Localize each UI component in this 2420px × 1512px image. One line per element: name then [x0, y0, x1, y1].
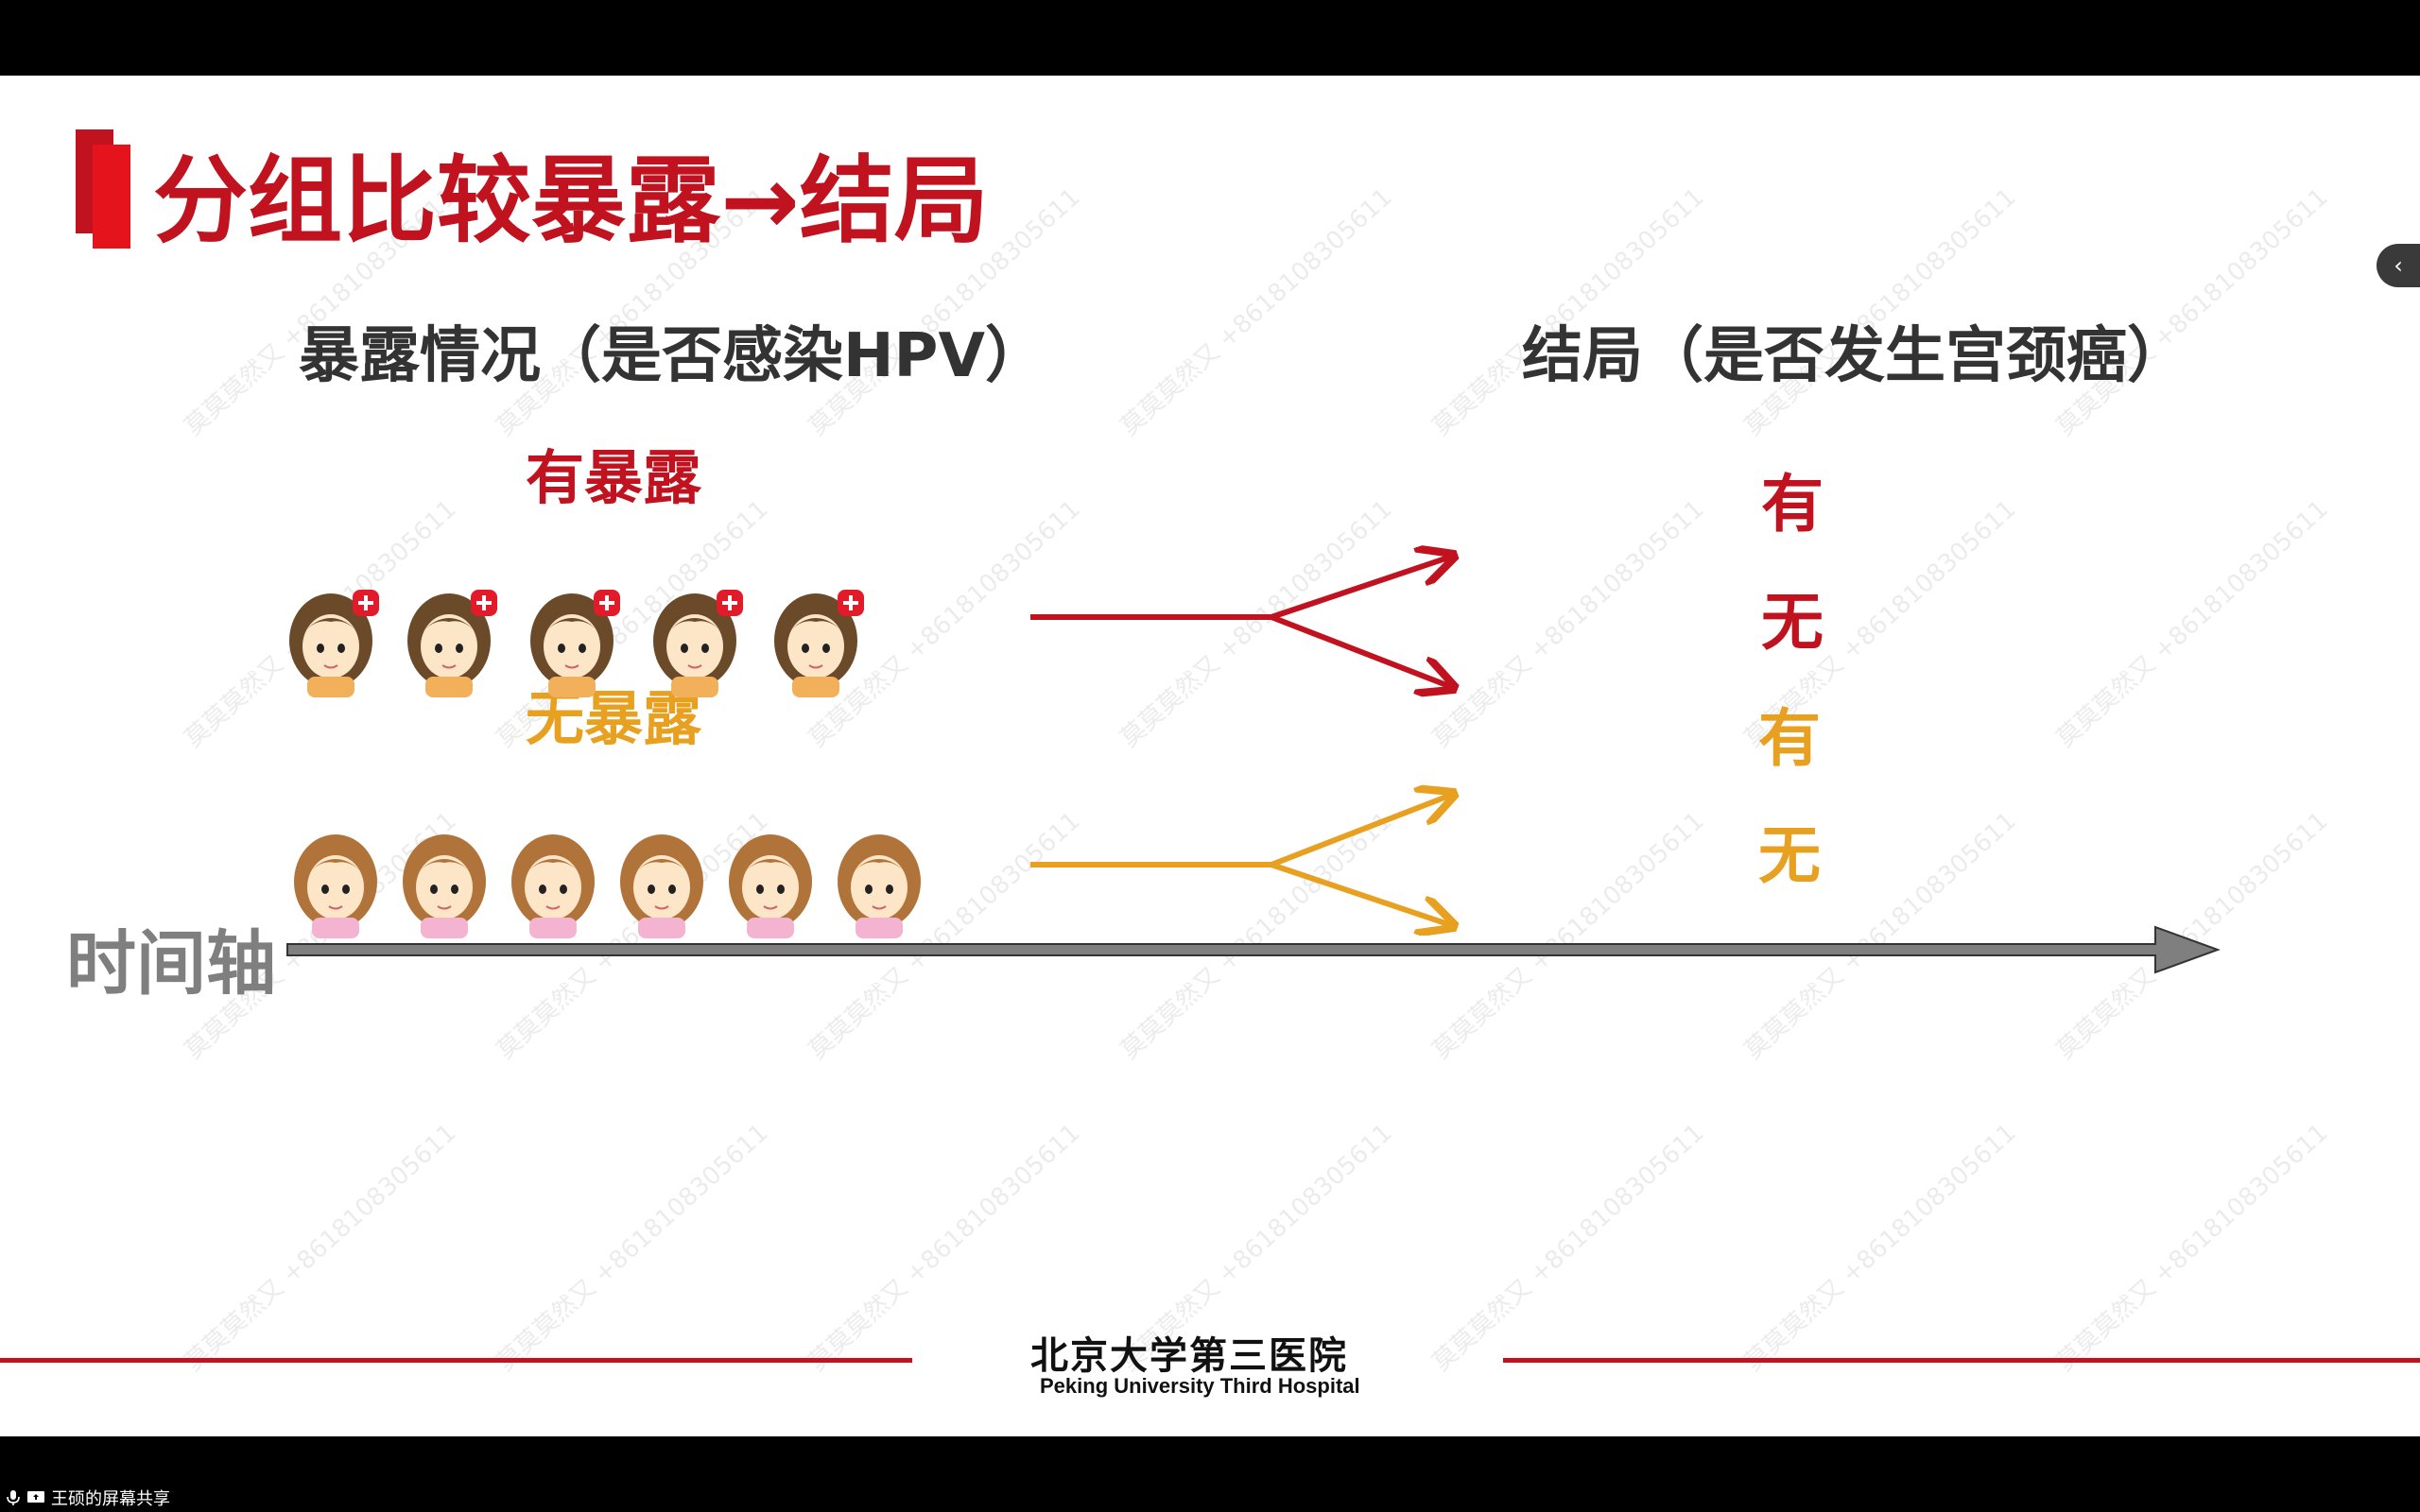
- exposed-person-figure: [643, 586, 747, 699]
- slide-title: 分组比较暴露→结局: [153, 146, 989, 256]
- title-accent-bar-front: [93, 145, 130, 249]
- exposed-person-figure: [764, 586, 868, 699]
- hospital-name-en: Peking University Third Hospital: [1040, 1374, 1360, 1398]
- watermark-text: 莫莫莫然又 +8618108305611: [2050, 494, 2334, 754]
- outcome-header: 结局（是否发生宫颈癌）: [1522, 321, 2187, 391]
- timeline-label: 时间轴: [66, 923, 276, 1005]
- presentation-slide: 莫莫莫然又 +8618108305611 莫莫莫然又 +8618108305611…: [0, 76, 2420, 1436]
- watermark-text: 莫莫莫然又 +8618108305611: [1115, 182, 1398, 442]
- share-status-text: 王硕的屏幕共享: [51, 1489, 170, 1509]
- bottom-status-bar: [0, 1436, 2420, 1512]
- exposed-group-label: 有暴露: [526, 443, 702, 512]
- branch-arrows: [1030, 520, 1475, 936]
- outcome-unexposed-no: 无: [1758, 819, 1821, 892]
- exposed-person-figure: [279, 586, 383, 699]
- top-black-bar: [0, 0, 2420, 76]
- timeline-arrow: [286, 925, 2221, 974]
- footer-line-left: [0, 1358, 912, 1363]
- outcome-unexposed-yes: 有: [1758, 702, 1821, 775]
- watermark-text: 莫莫莫然又 +8618108305611: [1738, 1118, 2022, 1378]
- chevron-left-icon[interactable]: ‹: [2377, 244, 2420, 287]
- exposure-header: 暴露情况（是否感染HPV）: [299, 321, 1046, 391]
- footer-line-right: [1503, 1358, 2420, 1363]
- screen-share-status: 王硕的屏幕共享: [6, 1486, 170, 1510]
- screen-share-icon[interactable]: [26, 1490, 45, 1505]
- watermark-text: 莫莫莫然又 +8618108305611: [2050, 1118, 2334, 1378]
- microphone-icon[interactable]: [6, 1489, 21, 1506]
- watermark-text: 莫莫莫然又 +8618108305611: [179, 1118, 462, 1378]
- exposed-person-figure: [520, 586, 624, 699]
- exposed-person-figure: [397, 586, 501, 699]
- watermark-text: 莫莫莫然又 +8618108305611: [1426, 1118, 1710, 1378]
- hospital-name-cn: 北京大学第三医院: [1030, 1333, 1348, 1378]
- watermark-text: 莫莫莫然又 +8618108305611: [491, 1118, 774, 1378]
- outcome-exposed-yes: 有: [1761, 468, 1824, 541]
- outcome-exposed-no: 无: [1761, 586, 1824, 659]
- exposed-branch-arrow: [1030, 556, 1454, 688]
- unexposed-branch-arrow: [1030, 794, 1454, 926]
